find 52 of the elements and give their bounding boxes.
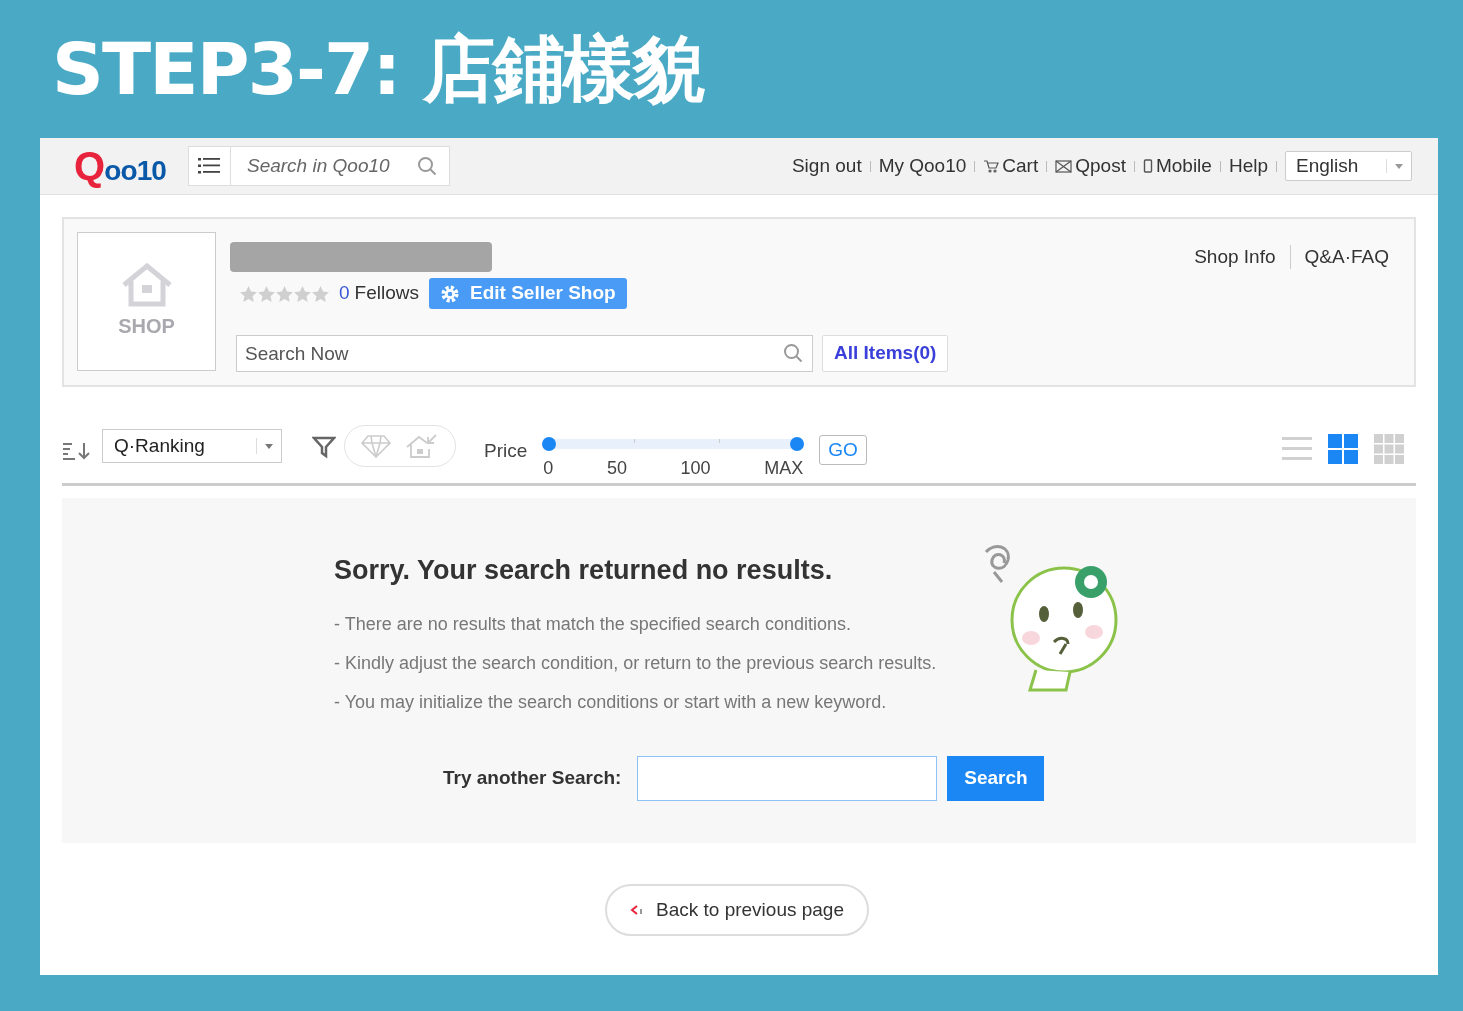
fellows-count[interactable]: 0 [339,279,350,308]
menu-icon [198,158,221,174]
price-slider-handle[interactable] [542,437,557,451]
header-link[interactable]: Cart [983,151,1039,181]
chevron-left-icon [630,904,642,916]
mail-icon [1055,159,1073,173]
header-link[interactable]: Sign out [791,151,862,181]
star-icon [276,285,293,302]
header-link[interactable]: Qpost [1055,151,1126,181]
price-label: Price [484,439,528,463]
go-button[interactable]: GO [819,435,867,465]
sort-descending-icon[interactable] [62,441,92,461]
shop-search-field[interactable]: Search Now [236,335,813,372]
price-tick-label: MAX [764,457,804,480]
slide-title: STEP3-7: 店鋪樣貌 [51,26,705,113]
price-tick-label: 0 [543,457,554,480]
shop-logo-label: SHOP [118,313,175,339]
site-search-bar[interactable]: Search in Qoo10 [188,146,450,186]
star-icon [312,285,329,302]
header-link[interactable]: My Qoo10 [878,151,967,181]
star-icon [258,285,275,302]
shop-link[interactable]: Q&A·FAQ [1304,242,1389,272]
language-dropdown[interactable]: English [1285,151,1412,181]
no-results-hint: - Kindly adjust the search condition, or return to the previous search results. [334,651,937,675]
search-icon [783,343,803,363]
no-results-hint: - You may initialize the search conditions or start with a new keyword. [334,690,888,714]
all-items-button[interactable]: All Items(0) [822,335,949,372]
sort-dropdown[interactable]: Q·Ranking [102,429,282,463]
shop-link[interactable]: Shop Info [1194,242,1276,272]
grid-view-icon[interactable] [1328,434,1358,464]
header-link[interactable]: Help [1228,151,1268,181]
price-tick-label: 50 [606,457,627,480]
star-icon [240,285,257,302]
caret-icon [1395,163,1403,169]
caret-icon [265,443,273,449]
cart-icon [983,159,1000,173]
search-button[interactable]: Search [947,755,1045,801]
filter-icon[interactable] [312,435,336,459]
price-slider-handle[interactable] [790,437,805,451]
fellows-label: Fellows [354,281,419,306]
site-logo[interactable]: Qoo10 [74,146,166,186]
price-tick-label: 100 [680,457,711,480]
header-link[interactable]: Mobile [1142,151,1212,181]
gear-icon [440,283,460,304]
back-button[interactable]: Back to previous page [605,884,869,936]
star-icon [294,285,311,302]
no-results-heading: Sorry. Your search returned no results. [334,554,834,587]
search-icon [417,156,437,176]
retry-search-label: Try another Search: [443,765,622,790]
no-results-hint: - There are no results that match the specified search conditions. [334,612,852,636]
mobile-phone-icon [1142,159,1153,173]
retry-search-field[interactable] [637,755,938,801]
